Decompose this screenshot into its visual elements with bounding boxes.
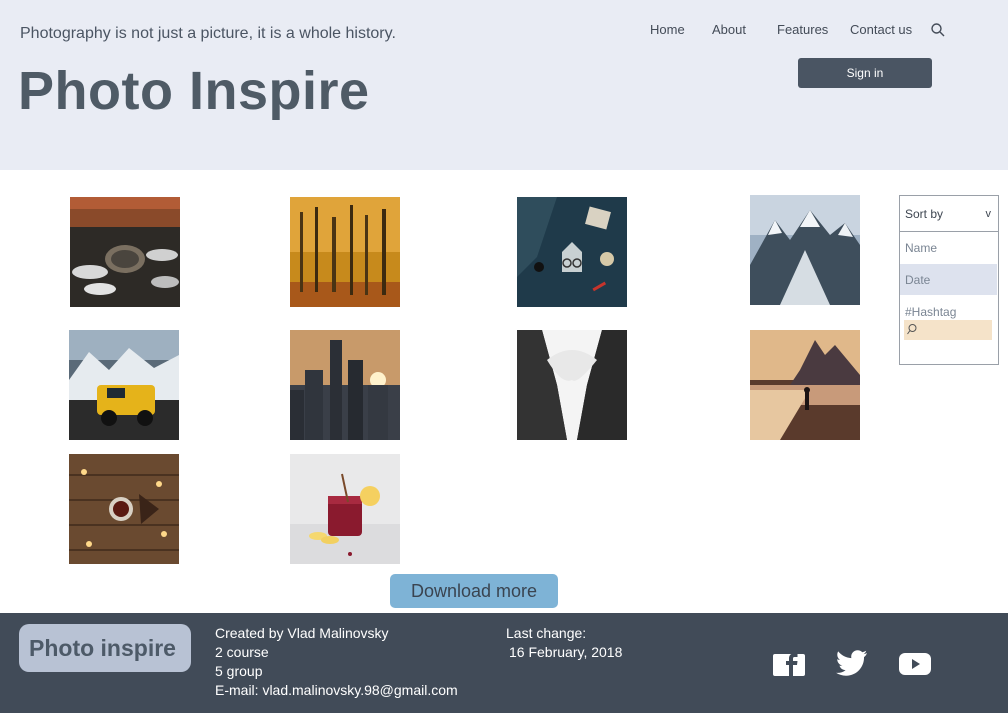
photo-image (750, 195, 860, 305)
photo-image (290, 454, 400, 564)
sort-panel: Sort by v Name Date #Hashtag (899, 195, 999, 365)
photo-berry-drink[interactable] (290, 454, 400, 564)
sort-label: Sort by (905, 206, 944, 221)
chevron-down-icon: v (985, 208, 992, 220)
nav-home-link[interactable]: Home (650, 22, 685, 37)
photo-feet-on-pavement[interactable] (70, 197, 180, 307)
photo-snowy-mountains[interactable] (750, 195, 860, 305)
site-header: Photography is not just a picture, it is… (0, 0, 1008, 170)
footer-logo: Photo inspire (19, 624, 191, 672)
photo-skyscrapers-looking-up[interactable] (517, 330, 627, 440)
nav-features-link[interactable]: Features (777, 22, 828, 37)
sort-dropdown[interactable]: Sort by v (900, 196, 998, 232)
nav-contact-link[interactable]: Contact us (850, 22, 912, 37)
photo-image (517, 330, 627, 440)
youtube-icon[interactable] (899, 650, 931, 678)
search-icon (907, 324, 917, 335)
sort-option-date[interactable]: Date (900, 264, 997, 295)
photo-tea-and-lights[interactable] (69, 454, 179, 564)
photo-beach-surfer[interactable] (750, 330, 860, 440)
facebook-icon[interactable] (773, 650, 805, 678)
photo-yellow-jeep[interactable] (69, 330, 179, 440)
photo-image (517, 197, 627, 307)
footer-course: 2 course (215, 644, 269, 660)
photo-flat-lay-items[interactable] (517, 197, 627, 307)
footer-last-change-date: 16 February, 2018 (509, 644, 623, 660)
photo-autumn-forest[interactable] (290, 197, 400, 307)
photo-image (750, 330, 860, 440)
twitter-icon[interactable] (836, 649, 868, 677)
photo-image (290, 330, 400, 440)
footer-email: E-mail: vlad.malinovsky.98@gmail.com (215, 682, 458, 698)
photo-image (70, 197, 180, 307)
search-icon[interactable] (930, 22, 946, 38)
footer-last-change-label: Last change: (506, 625, 587, 641)
footer-group: 5 group (215, 663, 263, 679)
nav-about-link[interactable]: About (712, 22, 746, 37)
site-footer: Photo inspire Created by Vlad Malinovsky… (0, 613, 1008, 713)
download-more-button[interactable]: Download more (390, 574, 558, 608)
photo-image (290, 197, 400, 307)
tagline: Photography is not just a picture, it is… (20, 25, 396, 42)
site-title: Photo Inspire (18, 61, 370, 121)
photo-image (69, 454, 179, 564)
photo-city-sunset[interactable] (290, 330, 400, 440)
footer-created-by: Created by Vlad Malinovsky (215, 625, 389, 641)
photo-image (69, 330, 179, 440)
sign-in-button[interactable]: Sign in (798, 58, 932, 88)
sort-option-name[interactable]: Name (900, 232, 997, 263)
